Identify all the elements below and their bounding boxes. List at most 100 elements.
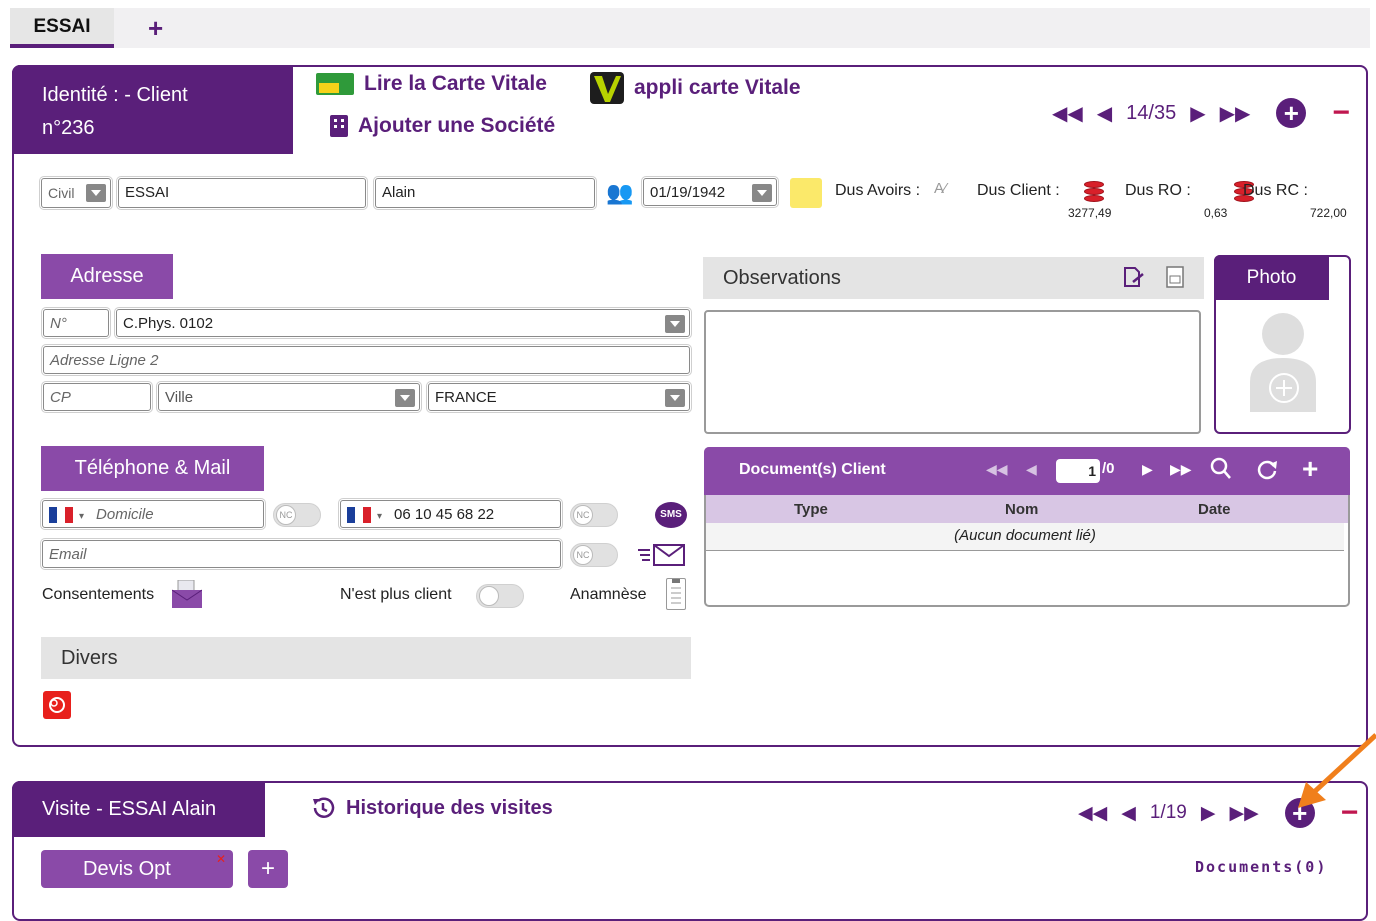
last-page-icon[interactable]: ▶▶: [1170, 461, 1192, 478]
home-phone-field[interactable]: ▾ Domicile: [40, 498, 266, 530]
phone-mail-section-title: Téléphone & Mail: [41, 446, 264, 491]
last-name-field[interactable]: ESSAI: [116, 176, 368, 210]
dus-ro-value: 0,63: [1204, 206, 1228, 220]
identity-header: Identité : - Client n°236: [12, 65, 293, 154]
home-phone-nc-toggle[interactable]: NC: [273, 503, 321, 527]
france-flag-icon[interactable]: [49, 507, 73, 524]
page-total: /0: [1102, 460, 1115, 477]
add-company-label: Ajouter une Société: [358, 114, 556, 137]
read-vitale-card-label: Lire la Carte Vitale: [364, 72, 547, 95]
next-record-icon[interactable]: ▶: [1190, 101, 1205, 126]
address-line2-field[interactable]: Adresse Ligne 2: [41, 344, 692, 376]
next-page-icon[interactable]: ▶: [1142, 461, 1153, 478]
documents-column-header: Type Nom Date: [706, 495, 1348, 523]
column-name[interactable]: Nom: [1005, 501, 1038, 518]
dus-ro-label: Dus RO :: [1125, 182, 1191, 199]
chevron-down-icon: [86, 184, 106, 202]
no-longer-client-label: N'est plus client: [340, 586, 452, 603]
delete-client-button[interactable]: −: [1332, 96, 1350, 130]
last-visit-icon[interactable]: ▶▶: [1229, 802, 1258, 825]
documents-counter[interactable]: Documents(0): [1195, 858, 1327, 876]
column-type[interactable]: Type: [794, 501, 828, 518]
no-longer-client-toggle[interactable]: [476, 584, 524, 608]
france-flag-icon[interactable]: [347, 507, 371, 524]
add-document-button[interactable]: +: [1302, 453, 1318, 485]
vitale-app-icon: [590, 72, 624, 104]
dus-client-value: 3277,49: [1068, 206, 1112, 220]
address-section-title: Adresse: [41, 254, 173, 299]
observations-textarea[interactable]: [704, 310, 1201, 434]
vitale-app-link[interactable]: appli carte Vitale: [590, 72, 801, 104]
documents-title: Document(s) Client: [739, 461, 886, 478]
postal-code-field[interactable]: CP: [41, 381, 153, 413]
search-icon[interactable]: [1210, 457, 1232, 481]
address-line1-select[interactable]: C.Phys. 0102: [114, 307, 692, 339]
consents-label: Consentements: [42, 586, 155, 603]
next-visit-icon[interactable]: ▶: [1201, 802, 1216, 825]
send-mail-icon[interactable]: [638, 544, 686, 566]
vitale-card-icon: [316, 73, 354, 95]
close-icon[interactable]: ✕: [216, 840, 226, 878]
page-number-input[interactable]: 1: [1056, 459, 1100, 483]
loyalty-icon[interactable]: [43, 691, 71, 719]
chevron-down-icon: [395, 389, 415, 407]
avatar-placeholder-icon[interactable]: [1246, 308, 1320, 412]
family-icon[interactable]: 👥: [606, 180, 633, 206]
annotation-arrow: [1296, 730, 1376, 810]
building-icon: [330, 115, 348, 137]
civility-select[interactable]: Civil: [39, 176, 113, 210]
previous-record-icon[interactable]: ◀: [1097, 101, 1112, 126]
refresh-icon[interactable]: [1256, 458, 1278, 480]
vitale-app-label: appli carte Vitale: [634, 76, 801, 99]
first-visit-icon[interactable]: ◀◀: [1078, 802, 1107, 825]
dus-client-label: Dus Client :: [977, 182, 1060, 199]
tab-devis-opt[interactable]: Devis Opt ✕: [41, 850, 233, 888]
add-company-link[interactable]: Ajouter une Société: [330, 114, 555, 138]
previous-visit-icon[interactable]: ◀: [1121, 802, 1136, 825]
sms-icon[interactable]: SMS: [655, 502, 687, 528]
consent-envelope-icon[interactable]: [171, 579, 203, 608]
first-page-icon[interactable]: ◀◀: [986, 461, 1008, 478]
visit-history-link[interactable]: Historique des visites: [310, 795, 553, 821]
chevron-down-icon: [665, 389, 685, 407]
email-nc-toggle[interactable]: NC: [570, 543, 618, 567]
photo-title: Photo: [1214, 255, 1329, 300]
country-select[interactable]: FRANCE: [426, 381, 692, 413]
sticky-note-icon[interactable]: [790, 178, 822, 208]
history-icon: [310, 795, 336, 821]
avoirs-icon[interactable]: A⁄: [934, 180, 947, 197]
city-select[interactable]: Ville: [156, 381, 422, 413]
documents-header: Document(s) Client ◀◀ ◀ 1 /0 ▶ ▶▶ +: [704, 447, 1350, 495]
previous-page-icon[interactable]: ◀: [1026, 461, 1037, 478]
calendar-icon[interactable]: [752, 184, 772, 202]
devis-tab-label: Devis Opt: [83, 858, 171, 880]
visit-history-label: Historique des visites: [346, 796, 553, 819]
first-record-icon[interactable]: ◀◀: [1052, 101, 1083, 126]
street-number-field[interactable]: N°: [41, 307, 111, 339]
tab-essai[interactable]: ESSAI: [10, 8, 114, 48]
mobile-phone-field[interactable]: ▾ 06 10 45 68 22: [338, 498, 563, 530]
document-icon[interactable]: [1166, 266, 1184, 288]
birth-date-field[interactable]: 01/19/1942: [641, 176, 779, 208]
identity-title: Identité : - Client: [42, 84, 188, 106]
mobile-phone-nc-toggle[interactable]: NC: [570, 503, 618, 527]
column-date[interactable]: Date: [1198, 501, 1231, 518]
clipboard-icon[interactable]: [666, 578, 686, 610]
add-client-button[interactable]: +: [1276, 98, 1307, 128]
observations-title: Observations: [723, 267, 841, 289]
coins-icon[interactable]: [1080, 181, 1106, 205]
documents-empty-row: (Aucun document lié): [706, 523, 1344, 551]
dus-rc-value: 722,00: [1310, 206, 1347, 220]
chevron-down-icon: [665, 315, 685, 333]
read-vitale-card-link[interactable]: Lire la Carte Vitale: [316, 72, 547, 96]
first-name-field[interactable]: Alain: [373, 176, 597, 210]
email-field[interactable]: Email: [40, 538, 563, 570]
client-pager: ◀◀ ◀ 14/35 ▶ ▶▶ + −: [1052, 96, 1350, 130]
visit-header: Visite - ESSAI Alain: [12, 781, 265, 837]
add-devis-button[interactable]: +: [248, 850, 288, 888]
add-tab-button[interactable]: +: [148, 14, 163, 42]
edit-document-icon[interactable]: [1123, 266, 1144, 288]
dus-rc-label: Dus RC :: [1243, 182, 1308, 199]
client-number: n°236: [42, 117, 95, 139]
last-record-icon[interactable]: ▶▶: [1220, 101, 1251, 126]
